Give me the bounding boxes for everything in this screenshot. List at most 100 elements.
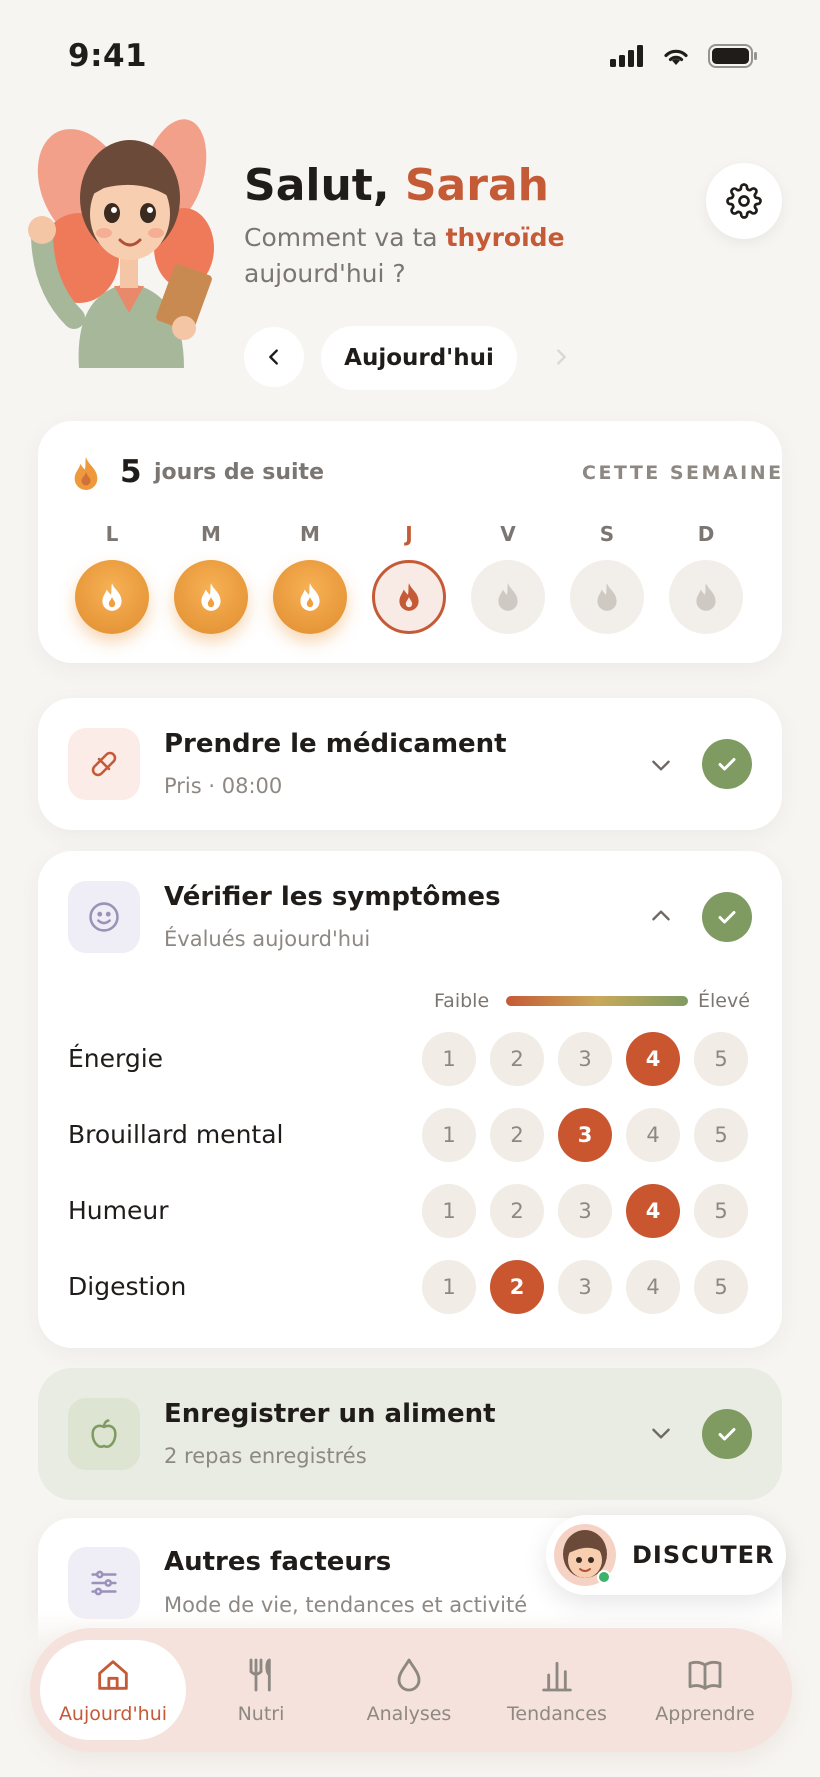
- tab-utensils[interactable]: Nutri: [188, 1640, 334, 1740]
- medication-check-button[interactable]: [702, 739, 752, 789]
- day-circle-future[interactable]: [471, 560, 545, 634]
- day-letter: L: [105, 522, 119, 546]
- rating-option-selected[interactable]: 4: [626, 1032, 680, 1086]
- greeting: Salut, Sarah: [244, 160, 549, 211]
- smiley-icon: [68, 881, 140, 953]
- rating-option[interactable]: 5: [694, 1260, 748, 1314]
- check-icon: [718, 1428, 736, 1441]
- food-check-button[interactable]: [702, 1409, 752, 1459]
- status-time: 9:41: [68, 38, 148, 74]
- tab-label: Apprendre: [655, 1703, 755, 1725]
- rating-option[interactable]: 4: [626, 1108, 680, 1162]
- day-circle-today[interactable]: [372, 560, 446, 634]
- next-day-button[interactable]: [531, 327, 591, 387]
- settings-button[interactable]: [706, 163, 782, 239]
- flame-icon: [597, 583, 617, 611]
- rating-option[interactable]: 3: [558, 1032, 612, 1086]
- rating-option[interactable]: 1: [422, 1184, 476, 1238]
- current-date-pill[interactable]: Aujourd'hui: [321, 326, 517, 390]
- gear-icon: [726, 183, 762, 219]
- symptom-label: Brouillard mental: [68, 1120, 284, 1149]
- other-factors-title: Autres facteurs: [164, 1547, 392, 1577]
- flame-icon: [498, 583, 518, 611]
- rating-option[interactable]: 5: [694, 1032, 748, 1086]
- day-circle-done[interactable]: [75, 560, 149, 634]
- user-name: Sarah: [404, 160, 549, 211]
- flame-icon: [201, 583, 221, 611]
- food-subtitle: 2 repas enregistrés: [164, 1444, 367, 1468]
- tab-label: Analyses: [366, 1703, 452, 1725]
- signal-icon: [610, 45, 643, 67]
- food-expand-button[interactable]: [648, 1420, 674, 1450]
- status-icons: [610, 44, 758, 68]
- streak-count: 5: [120, 454, 142, 490]
- rating-option[interactable]: 5: [694, 1108, 748, 1162]
- medication-title: Prendre le médicament: [164, 729, 507, 759]
- greeting-subtitle: Comment va ta thyroïde aujourd'hui ?: [244, 220, 604, 292]
- flame-icon: [102, 583, 122, 611]
- rating-option[interactable]: 2: [490, 1184, 544, 1238]
- day-circle-done[interactable]: [174, 560, 248, 634]
- battery-icon: [708, 44, 757, 68]
- rating-option[interactable]: 3: [558, 1184, 612, 1238]
- chevron-left-icon: [269, 349, 278, 365]
- day-letter: J: [405, 522, 413, 546]
- symptoms-collapse-button[interactable]: [648, 903, 674, 933]
- scale-low-label: Faible: [434, 990, 490, 1012]
- rating-option[interactable]: 2: [490, 1108, 544, 1162]
- symptoms-title: Vérifier les symptômes: [164, 882, 501, 912]
- rating-option[interactable]: 5: [694, 1184, 748, 1238]
- symptoms-check-button[interactable]: [702, 892, 752, 942]
- tab-bar-chart[interactable]: Tendances: [484, 1640, 630, 1740]
- rating-option[interactable]: 1: [422, 1032, 476, 1086]
- tab-label: Tendances: [507, 1703, 607, 1725]
- scale-high-label: Élevé: [698, 990, 750, 1012]
- chevron-down-icon: [652, 1428, 670, 1439]
- subtitle-before: Comment va ta: [244, 223, 446, 252]
- check-icon: [718, 911, 736, 924]
- tab-book[interactable]: Apprendre: [632, 1640, 778, 1740]
- rating-option-selected[interactable]: 2: [490, 1260, 544, 1314]
- scale-gradient-bar: [506, 996, 688, 1006]
- bar-chart-icon: [542, 1661, 572, 1692]
- rating-option[interactable]: 1: [422, 1260, 476, 1314]
- flame-icon: [399, 583, 419, 611]
- medication-expand-button[interactable]: [648, 752, 674, 782]
- flame-icon: [696, 583, 716, 611]
- week-label: CETTE SEMAINE: [582, 462, 784, 484]
- tab-drop[interactable]: Analyses: [336, 1640, 482, 1740]
- rating-option[interactable]: 2: [490, 1032, 544, 1086]
- tab-label: Aujourd'hui: [58, 1703, 168, 1725]
- pill-icon: [68, 728, 140, 800]
- rating-option[interactable]: 4: [626, 1260, 680, 1314]
- flame-icon: [72, 456, 100, 494]
- assistant-avatar: [554, 1524, 616, 1586]
- previous-day-button[interactable]: [244, 327, 304, 387]
- rating-option-selected[interactable]: 3: [558, 1108, 612, 1162]
- home-icon: [98, 1660, 128, 1690]
- day-letter: M: [300, 522, 320, 546]
- streak-label: jours de suite: [154, 460, 324, 485]
- symptoms-subtitle: Évalués aujourd'hui: [164, 927, 371, 951]
- day-letter: D: [697, 522, 715, 546]
- check-icon: [718, 758, 736, 771]
- rating-option-selected[interactable]: 4: [626, 1184, 680, 1238]
- day-letter: S: [599, 522, 615, 546]
- rating-option[interactable]: 1: [422, 1108, 476, 1162]
- day-circle-done[interactable]: [273, 560, 347, 634]
- utensils-icon: [249, 1658, 271, 1692]
- day-circle-future[interactable]: [669, 560, 743, 634]
- subtitle-accent: thyroïde: [445, 223, 565, 252]
- sliders-icon: [68, 1547, 140, 1619]
- chat-label: DISCUTER: [632, 1541, 775, 1569]
- tab-home[interactable]: Aujourd'hui: [40, 1640, 186, 1740]
- chevron-right-icon: [557, 349, 566, 365]
- rating-option[interactable]: 3: [558, 1260, 612, 1314]
- day-letter: V: [500, 522, 516, 546]
- day-circle-future[interactable]: [570, 560, 644, 634]
- apple-icon: [68, 1398, 140, 1470]
- symptom-label: Humeur: [68, 1196, 169, 1225]
- book-icon: [688, 1660, 722, 1690]
- drop-icon: [397, 1658, 421, 1692]
- chat-button[interactable]: DISCUTER: [546, 1515, 786, 1595]
